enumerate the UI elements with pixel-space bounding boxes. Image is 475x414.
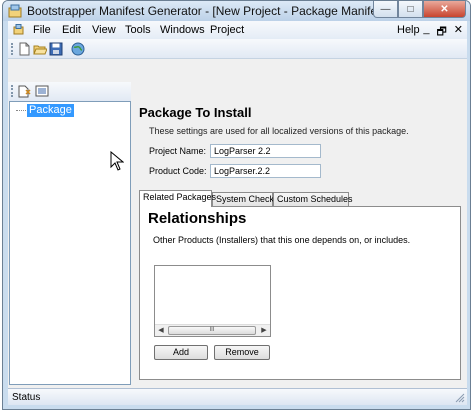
project-name-label: Project Name: <box>149 146 207 156</box>
tree-connector <box>16 110 26 111</box>
status-bar: Status <box>8 388 467 405</box>
menu-tools[interactable]: Tools <box>125 24 151 36</box>
tree-toolbar <box>8 82 131 101</box>
relationships-list[interactable]: ◀ III ▶ <box>154 265 271 337</box>
tree-item-package[interactable]: Package <box>27 104 74 117</box>
globe-icon[interactable] <box>71 42 85 56</box>
toolbar-grip[interactable] <box>11 43 13 55</box>
tab-related-packages[interactable]: Related Packages <box>139 190 216 207</box>
client-area: File Edit View Tools Windows Project Hel… <box>8 21 467 405</box>
app-icon <box>8 4 22 18</box>
app-window: Bootstrapper Manifest Generator - [New P… <box>2 0 471 410</box>
scroll-left-icon[interactable]: ◀ <box>156 326 166 336</box>
menu-help[interactable]: Help <box>397 24 420 36</box>
scroll-right-icon[interactable]: ▶ <box>259 326 269 336</box>
menu-view[interactable]: View <box>92 24 116 36</box>
title-bar[interactable]: Bootstrapper Manifest Generator - [New P… <box>3 1 470 21</box>
resize-grip-icon[interactable] <box>455 393 465 403</box>
product-code-field[interactable]: LogParser.2.2 <box>210 164 321 178</box>
panel-heading: Package To Install <box>139 105 252 120</box>
status-text: Status <box>12 392 41 403</box>
maximize-button[interactable]: □ <box>398 1 423 18</box>
close-button[interactable]: ✕ <box>423 1 466 18</box>
package-tree[interactable]: Package <box>9 101 131 385</box>
new-file-icon[interactable] <box>17 42 31 56</box>
open-folder-icon[interactable] <box>33 42 47 56</box>
minimize-button[interactable]: — <box>373 1 398 18</box>
panel-description: These settings are used for all localize… <box>149 126 409 136</box>
remove-button[interactable]: Remove <box>214 345 270 360</box>
edit-list-icon[interactable] <box>35 84 49 98</box>
document-icon[interactable] <box>13 24 24 35</box>
menu-file[interactable]: File <box>33 24 51 36</box>
tab-custom-schedules[interactable]: Custom Schedules <box>273 192 353 206</box>
project-name-field[interactable]: LogParser 2.2 <box>210 144 321 158</box>
menu-bar: File Edit View Tools Windows Project Hel… <box>8 21 467 39</box>
menu-windows[interactable]: Windows <box>160 24 205 36</box>
relationships-description: Other Products (Installers) that this on… <box>153 235 411 245</box>
save-icon[interactable] <box>49 42 63 56</box>
toolbar-grip[interactable] <box>11 85 13 97</box>
relationships-title: Relationships <box>148 210 247 227</box>
tab-system-checks[interactable]: System Checks <box>212 192 279 206</box>
mouse-cursor-icon <box>110 151 124 171</box>
package-panel: Package To Install These settings are us… <box>134 101 467 385</box>
horizontal-scrollbar[interactable]: ◀ III ▶ <box>155 324 270 336</box>
product-code-label: Product Code: <box>149 166 207 176</box>
main-toolbar <box>8 39 467 59</box>
menu-edit[interactable]: Edit <box>62 24 81 36</box>
window-title: Bootstrapper Manifest Generator - [New P… <box>27 4 390 18</box>
scroll-thumb[interactable]: III <box>168 326 256 335</box>
add-button[interactable]: Add <box>154 345 208 360</box>
menu-project[interactable]: Project <box>210 24 244 36</box>
related-packages-panel: Relationships Other Products (Installers… <box>139 206 461 380</box>
add-file-icon[interactable] <box>17 84 31 98</box>
